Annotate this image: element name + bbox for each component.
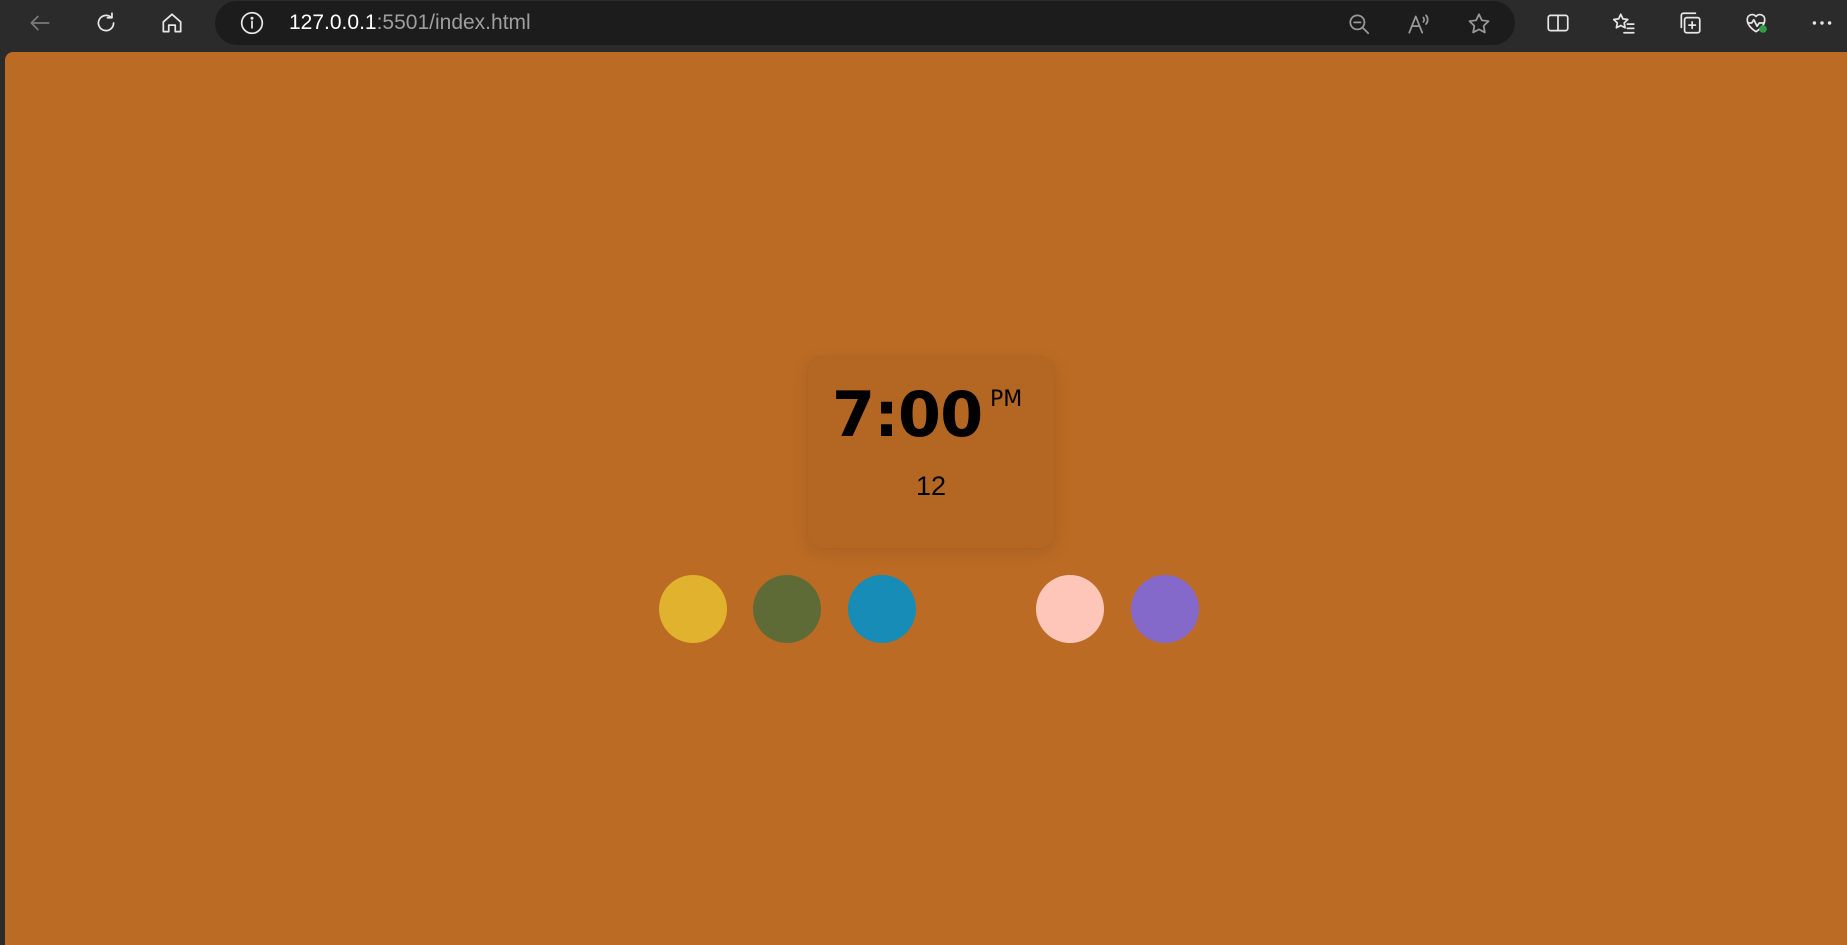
favorite-button[interactable] [1463,8,1495,40]
zoom-button[interactable] [1343,8,1375,40]
address-bar[interactable]: 127.0.0.1:5501/index.html [215,1,1515,45]
browser-toolbar: 127.0.0.1:5501/index.html [0,0,1847,46]
clock-sub-value: 12 [915,471,947,501]
info-icon[interactable] [239,10,265,36]
home-button[interactable] [152,3,192,43]
theme-swatch-peach[interactable] [1036,575,1104,643]
url-host: 127.0.0.1 [289,11,377,34]
home-icon [162,13,182,33]
theme-swatch-blue[interactable] [848,575,916,643]
more-icon [1812,21,1832,25]
reload-icon [97,12,115,32]
reload-button[interactable] [86,3,126,43]
clock-card: 7:00 PM 12 [808,357,1054,548]
url-path: :5501/index.html [376,11,531,34]
collections-icon [1680,12,1701,34]
zoom-out-icon [1349,14,1370,35]
favorites-button[interactable] [1604,3,1644,43]
favorites-list-icon [1612,13,1635,34]
theme-swatch-yellow[interactable] [659,575,727,643]
browser-essentials-icon [1746,13,1767,33]
split-screen-button[interactable] [1538,3,1578,43]
clock-ampm: PM [990,387,1023,412]
back-button[interactable] [20,3,60,43]
url-text[interactable]: 127.0.0.1:5501/index.html [289,11,531,35]
more-button[interactable] [1802,3,1842,43]
theme-swatch-olive[interactable] [753,575,821,643]
read-aloud-icon [1408,14,1429,34]
clock-time: 7:00 [832,378,983,451]
star-icon [1468,13,1490,34]
browser-essentials-button[interactable] [1736,3,1776,43]
collections-button[interactable] [1670,3,1710,43]
split-screen-icon [1547,14,1569,32]
theme-swatch-orange[interactable] [942,575,1010,643]
read-aloud-button[interactable] [1403,8,1435,40]
page-viewport: 7:00 PM 12 [5,52,1847,945]
theme-swatch-purple[interactable] [1131,575,1199,643]
back-arrow-icon [30,15,50,31]
